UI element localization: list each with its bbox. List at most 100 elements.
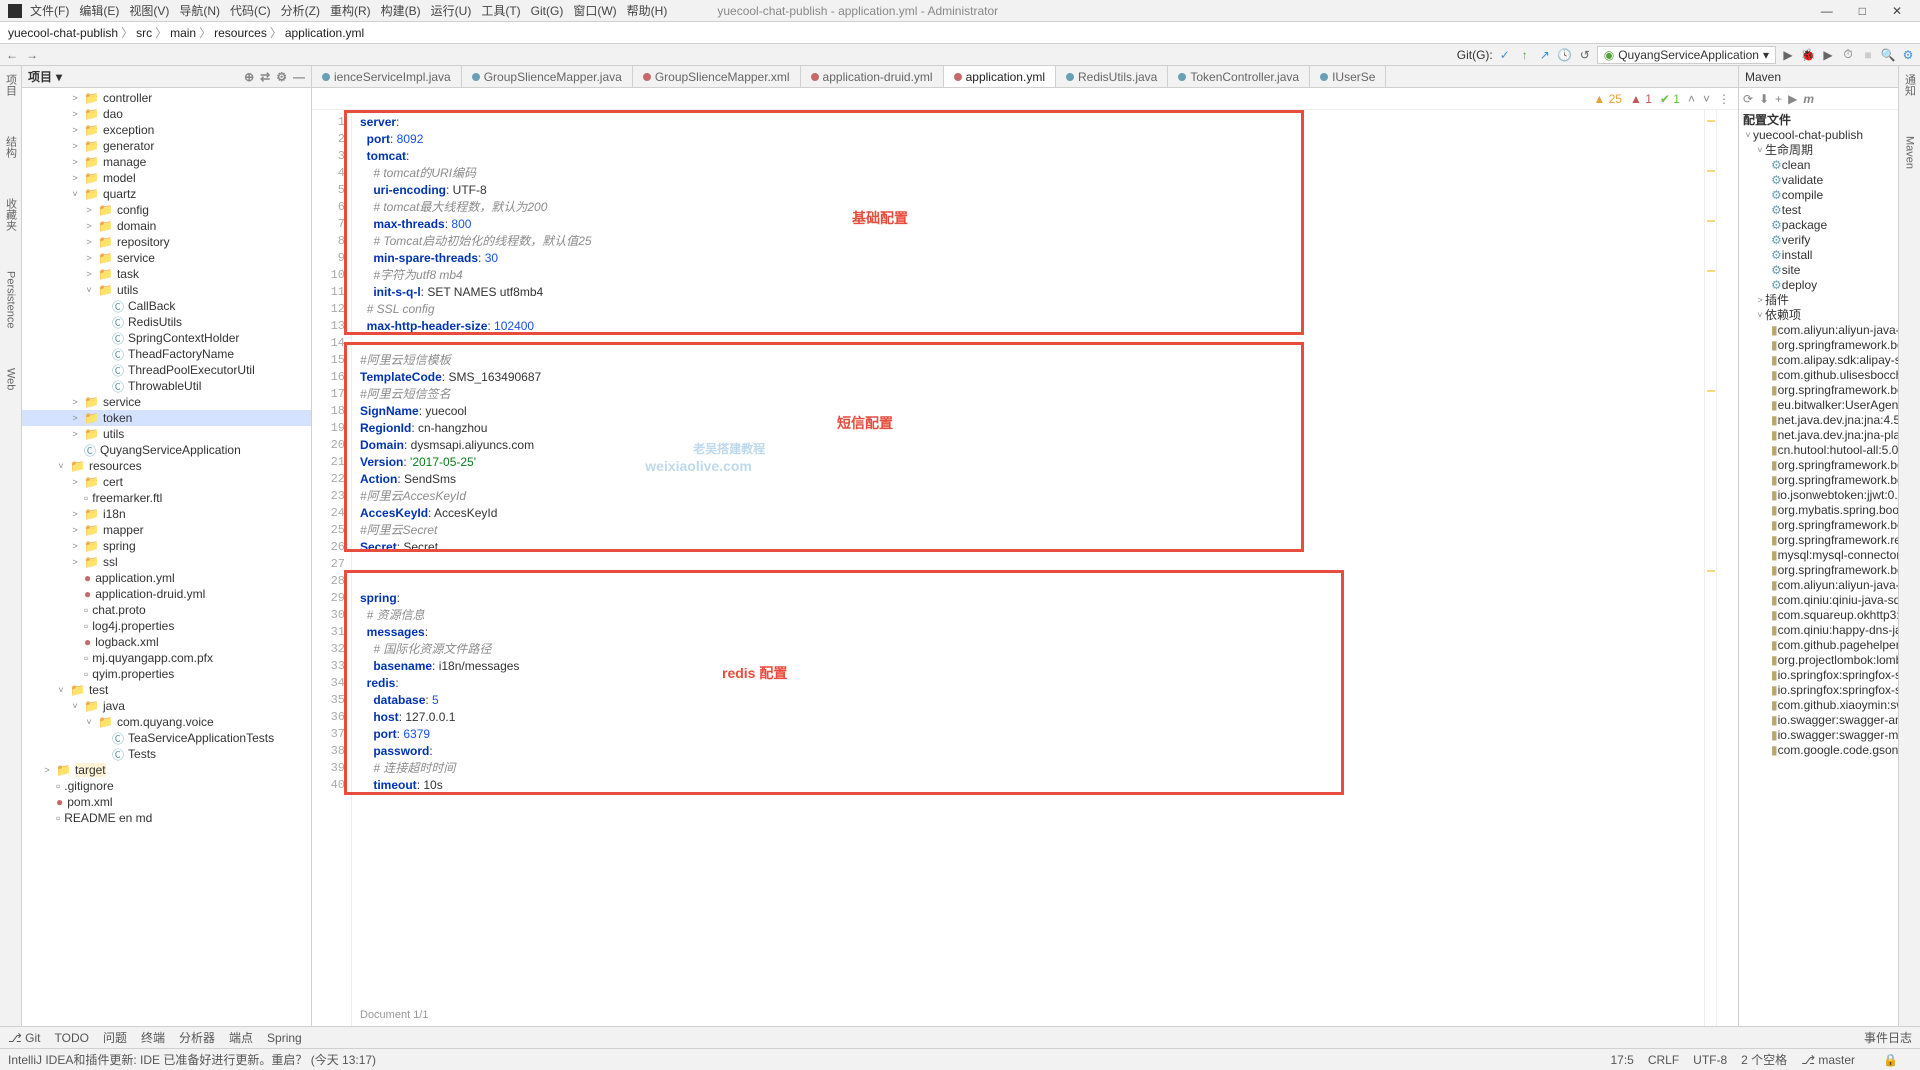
play-m-icon[interactable]: ▶ (1788, 92, 1797, 106)
maven-dep[interactable]: ▮ org.projectlombok:lombok (1739, 652, 1898, 667)
bt-endpoints[interactable]: 端点 (229, 1029, 253, 1046)
editor-tab[interactable]: ienceServiceImpl.java (312, 66, 462, 88)
search-icon[interactable]: 🔍 (1880, 47, 1896, 63)
maven-goal[interactable]: ⚙ test (1739, 202, 1898, 217)
debug-icon[interactable]: 🐞 (1800, 47, 1816, 63)
maven-dep[interactable]: ▮ io.springfox:springfox-swa (1739, 682, 1898, 697)
tree-item[interactable]: ●pom.xml (22, 794, 311, 810)
tree-item[interactable]: ˅📁test (22, 682, 311, 698)
maven-dep[interactable]: ▮ io.springfox:springfox-swa (1739, 667, 1898, 682)
tree-item[interactable]: ˃📁controller (22, 90, 311, 106)
lock-icon[interactable]: 🔒 (1883, 1053, 1898, 1067)
indent[interactable]: 2 个空格 (1741, 1051, 1787, 1068)
maven-goal[interactable]: ⚙ install (1739, 247, 1898, 262)
tool-structure[interactable]: 结构 (3, 136, 19, 158)
settings-icon[interactable]: ⚙ (1900, 47, 1916, 63)
bt-todo[interactable]: TODO (55, 1031, 89, 1045)
maximize-icon[interactable]: □ (1859, 4, 1866, 18)
maven-dep[interactable]: ▮ com.github.ulisesbocchio:ja (1739, 367, 1898, 382)
tree-item[interactable]: ●application.yml (22, 570, 311, 586)
tree-item[interactable]: ˃📁model (22, 170, 311, 186)
refresh-icon[interactable]: ⟳ (1743, 92, 1753, 106)
chevron-down-icon[interactable]: ˅ (1703, 92, 1710, 106)
tree-item[interactable]: ˃📁exception (22, 122, 311, 138)
tree-item[interactable]: ▫freemarker.ftl (22, 490, 311, 506)
tree-item[interactable]: ˅📁com.quyang.voice (22, 714, 311, 730)
tree-item[interactable]: ⒸRedisUtils (22, 314, 311, 330)
maven-dep[interactable]: ▮ org.springframework.boot (1739, 562, 1898, 577)
close-icon[interactable]: ✕ (1892, 4, 1902, 18)
tree-item[interactable]: ˅📁resources (22, 458, 311, 474)
tool-notify[interactable]: 通知 (1902, 74, 1918, 96)
tree-item[interactable]: ˃📁i18n (22, 506, 311, 522)
tree-item[interactable]: ●logback.xml (22, 634, 311, 650)
tree-item[interactable]: ▫README en md (22, 810, 311, 826)
editor-tab[interactable]: TokenController.java (1168, 66, 1310, 88)
tool-web[interactable]: Web (5, 368, 17, 390)
menu-item[interactable]: 构建(B) (381, 2, 421, 19)
project-tree[interactable]: ˃📁controller˃📁dao˃📁exception˃📁generator˃… (22, 88, 311, 828)
maven-dep[interactable]: ▮ io.swagger:swagger-annot (1739, 712, 1898, 727)
tree-item[interactable]: ⒸTheadFactoryName (22, 346, 311, 362)
tree-item[interactable]: ●application-druid.yml (22, 586, 311, 602)
run-icon[interactable]: ▶ (1780, 47, 1796, 63)
git-branch[interactable]: ⎇ master (1801, 1053, 1869, 1067)
maven-goal[interactable]: ⚙ compile (1739, 187, 1898, 202)
maven-goal[interactable]: ⚙ package (1739, 217, 1898, 232)
tool-persistence[interactable]: Persistence (5, 271, 17, 328)
more-icon[interactable]: ⋮ (1718, 92, 1730, 106)
run-config-select[interactable]: ◉QuyangServiceApplication▾ (1597, 46, 1776, 64)
tree-item[interactable]: ˅📁java (22, 698, 311, 714)
m-icon[interactable]: m (1803, 92, 1814, 106)
crumb[interactable]: src (136, 26, 152, 40)
expand-icon[interactable]: ⇄ (260, 70, 270, 84)
crumb[interactable]: resources (214, 26, 267, 40)
tree-item[interactable]: ˅📁quartz (22, 186, 311, 202)
status-message[interactable]: IntelliJ IDEA和插件更新: IDE 已准备好进行更新。重启？ (今天… (8, 1051, 376, 1068)
git-update-icon[interactable]: ✓ (1497, 47, 1513, 63)
maven-dep[interactable]: ▮ org.mybatis.spring.boot:my (1739, 502, 1898, 517)
tree-item[interactable]: ⒸTests (22, 746, 311, 762)
tree-item[interactable]: ˃📁manage (22, 154, 311, 170)
editor-tab[interactable]: application-druid.yml (801, 66, 944, 88)
tree-item[interactable]: ˃📁task (22, 266, 311, 282)
maven-dep[interactable]: ▮ net.java.dev.jna:jna:4.5.2 (1739, 412, 1898, 427)
tree-item[interactable]: ▫log4j.properties (22, 618, 311, 634)
gear-icon[interactable]: ⚙ (276, 70, 287, 84)
coverage-icon[interactable]: ▶ (1820, 47, 1836, 63)
maven-dep[interactable]: ▮ com.github.pagehelper:pag (1739, 637, 1898, 652)
line-sep[interactable]: CRLF (1648, 1053, 1679, 1067)
collapse-icon[interactable]: ⊕ (244, 70, 254, 84)
maven-dep[interactable]: ▮ mysql:mysql-connector-jav (1739, 547, 1898, 562)
maven-dep[interactable]: ▮ com.aliyun:aliyun-java-sdk- (1739, 322, 1898, 337)
tree-item[interactable]: ˃📁mapper (22, 522, 311, 538)
maven-dep[interactable]: ▮ org.springframework.boot (1739, 457, 1898, 472)
editor-tab[interactable]: IUserSe (1310, 66, 1386, 88)
maven-dep[interactable]: ▮ com.squareup.okhttp3:okh (1739, 607, 1898, 622)
maven-dep[interactable]: ▮ io.jsonwebtoken:jjwt:0.9.1 (1739, 487, 1898, 502)
maven-goal[interactable]: ⚙ site (1739, 262, 1898, 277)
tree-item[interactable]: ˃📁utils (22, 426, 311, 442)
maven-goal[interactable]: ⚙ deploy (1739, 277, 1898, 292)
tree-item[interactable]: ˃📁spring (22, 538, 311, 554)
git-commit-icon[interactable]: ↑ (1517, 47, 1533, 63)
editor-tab[interactable]: GroupSlienceMapper.java (462, 66, 633, 88)
menu-item[interactable]: 文件(F) (30, 2, 69, 19)
tree-item[interactable]: ˃📁ssl (22, 554, 311, 570)
tree-item[interactable]: ˃📁token (22, 410, 311, 426)
tree-item[interactable]: ▫chat.proto (22, 602, 311, 618)
maven-dep[interactable]: ▮ eu.bitwalker:UserAgentUtils (1739, 397, 1898, 412)
bt-git[interactable]: ⎇ Git (8, 1031, 41, 1045)
tree-item[interactable]: ˃📁dao (22, 106, 311, 122)
hide-icon[interactable]: — (293, 70, 305, 84)
crumb[interactable]: main (170, 26, 196, 40)
menu-item[interactable]: 窗口(W) (573, 2, 616, 19)
maven-dep[interactable]: ▮ org.springframework.boot (1739, 517, 1898, 532)
editor-tab[interactable]: application.yml (944, 66, 1056, 88)
editor-tab[interactable]: GroupSlienceMapper.xml (633, 66, 801, 88)
plus-icon[interactable]: + (1775, 92, 1782, 106)
menu-item[interactable]: 导航(N) (179, 2, 220, 19)
crumb[interactable]: yuecool-chat-publish (8, 26, 118, 40)
menu-item[interactable]: 帮助(H) (627, 2, 668, 19)
tree-item[interactable]: ⒸThreadPoolExecutorUtil (22, 362, 311, 378)
